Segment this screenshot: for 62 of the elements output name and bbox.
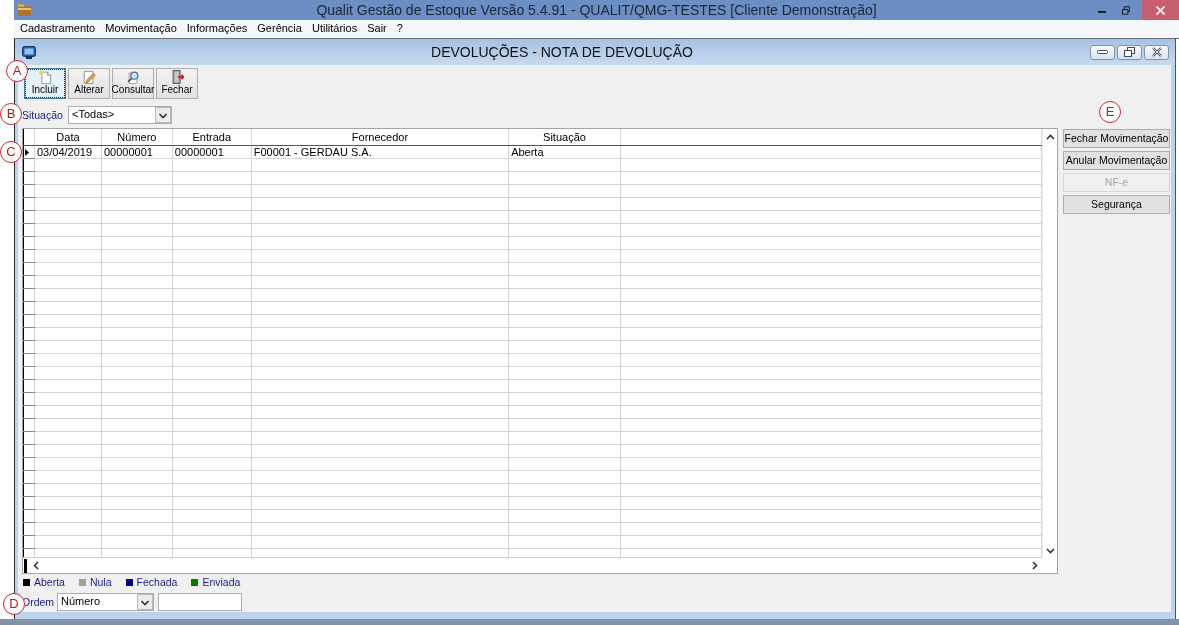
field-label: Situação — [22, 108, 64, 122]
window-title: Qualit Gestão de Estoque Versão 5.4.91 - QUALIT/QMG-TESTES [Cliente Demonstração] — [315, 1, 878, 19]
close-button[interactable] — [1144, 44, 1169, 60]
chevron-down-icon[interactable] — [1045, 548, 1055, 554]
toolbar-button[interactable]: Alterar — [68, 68, 110, 99]
restore-button[interactable] — [1117, 44, 1142, 60]
annotation-marker: E — [1099, 101, 1121, 123]
table-cell: F00001 - GERDAU S.A. — [251, 145, 509, 158]
table-cell: 00000001 — [101, 145, 173, 158]
annotation-marker: B — [0, 103, 22, 125]
toolbar-button[interactable]: Incluir — [24, 68, 66, 99]
menu-item[interactable]: ? — [391, 22, 408, 36]
field-label[interactable]: Ordem — [22, 595, 57, 609]
annotation-marker: C — [0, 141, 22, 163]
column-header[interactable]: Situação — [508, 129, 621, 145]
annotation-marker: A — [6, 60, 28, 82]
toolbar-button[interactable]: Consultar — [112, 68, 154, 99]
document-pencil-icon — [82, 70, 96, 84]
chevron-right-icon[interactable] — [1032, 561, 1038, 570]
action-button[interactable]: Segurança — [1063, 195, 1170, 214]
dropdown[interactable]: Número — [57, 593, 154, 611]
chevron-left-icon[interactable] — [33, 561, 39, 570]
horizontal-scrollbar[interactable] — [23, 557, 1042, 573]
close-button[interactable] — [1142, 0, 1179, 20]
new-document-icon — [38, 70, 52, 84]
toolbar-button[interactable]: Fechar — [156, 68, 198, 99]
door-icon — [170, 70, 184, 84]
action-button[interactable]: Fechar Movimentação — [1063, 129, 1170, 148]
column-header[interactable]: Data — [34, 129, 102, 145]
dropdown[interactable]: <Todas> — [68, 106, 172, 124]
chevron-up-icon[interactable] — [1045, 134, 1055, 140]
table-cell: 03/04/2019 — [34, 145, 102, 158]
legend-label: Nula — [89, 576, 112, 589]
menu-item[interactable]: Movimentação — [100, 22, 182, 36]
close-icon — [1156, 5, 1166, 15]
close-icon — [1151, 47, 1162, 57]
menu-item[interactable]: Gerência — [252, 22, 307, 36]
input-field[interactable] — [158, 593, 242, 611]
action-button[interactable]: Anular Movimentação — [1063, 151, 1170, 170]
restore-icon[interactable] — [1122, 5, 1131, 15]
legend-label: Fechada — [136, 576, 178, 589]
vertical-scrollbar[interactable] — [1042, 129, 1057, 557]
search-icon — [126, 70, 140, 84]
monitor-icon — [22, 45, 36, 59]
menu-item[interactable]: Cadastramento — [15, 22, 101, 36]
chevron-down-icon — [155, 107, 171, 123]
column-header[interactable]: Número — [101, 129, 173, 145]
scrollbar-thumb[interactable] — [24, 558, 27, 573]
menu-item[interactable]: Informações — [181, 22, 253, 36]
menu-item[interactable]: Utilitários — [306, 22, 363, 36]
minimize-button[interactable] — [1090, 44, 1115, 60]
table-cell: 00000001 — [172, 145, 252, 158]
window-title: DEVOLUÇÕES - NOTA DE DEVOLUÇÃO — [430, 43, 694, 61]
column-header[interactable]: Fornecedor — [251, 129, 509, 145]
legend-label: Enviada — [202, 576, 241, 589]
folder-icon — [18, 4, 31, 16]
column-header[interactable]: Entrada — [172, 129, 252, 145]
menu-item[interactable]: Sair — [362, 22, 392, 36]
restore-icon — [1124, 47, 1135, 57]
table-cell: Aberta — [508, 145, 621, 158]
annotation-marker: D — [3, 593, 25, 615]
legend-label: Aberta — [34, 576, 65, 589]
